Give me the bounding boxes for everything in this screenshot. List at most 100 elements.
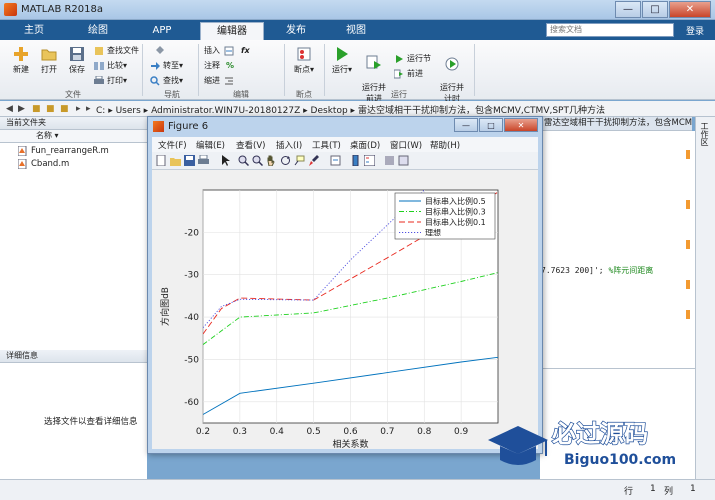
- group-label-edit: 编辑: [233, 90, 249, 99]
- tab-editor[interactable]: 编辑器: [200, 22, 264, 40]
- insert-button[interactable]: 插入 fx: [204, 45, 250, 56]
- figure-canvas[interactable]: 0.2 0.3 0.4 0.5 0.6 0.7 0.8 0.9 -60 -50 -40 -30 -20…: [152, 170, 538, 450]
- code-analyzer-marker[interactable]: [686, 310, 690, 319]
- menu-tools[interactable]: 工具(T): [312, 139, 341, 151]
- group-separator: [324, 44, 325, 96]
- y-tick-label: -50: [184, 355, 199, 365]
- brush-icon[interactable]: [308, 155, 319, 166]
- breadcrumb-desktop[interactable]: Desktop: [311, 106, 348, 116]
- tab-home[interactable]: 主页: [6, 22, 62, 40]
- save-button[interactable]: 保存: [64, 46, 90, 75]
- insert-colorbar-icon[interactable]: [350, 155, 361, 166]
- nav-arrows-icon: [156, 46, 164, 54]
- find-button[interactable]: 查找 ▾: [150, 75, 183, 86]
- navigate-back-forward[interactable]: [150, 45, 173, 55]
- tab-apps[interactable]: APP: [134, 22, 190, 40]
- code-analyzer-marker[interactable]: [686, 280, 690, 289]
- find-files-button[interactable]: 查找文件: [94, 45, 139, 56]
- watermark-text: 必过源码: [552, 420, 648, 448]
- comment-button[interactable]: 注释 %: [204, 60, 234, 71]
- zoom-in-icon[interactable]: [238, 155, 249, 166]
- zoom-out-icon[interactable]: [252, 155, 263, 166]
- figure-logo-icon: [153, 121, 164, 132]
- forward-arrow-icon[interactable]: ▶: [18, 104, 25, 114]
- percent-comment-icon[interactable]: %: [226, 61, 234, 70]
- run-section-button[interactable]: 运行节: [394, 53, 431, 64]
- folder-up-icon[interactable]: ■: [32, 104, 41, 114]
- legend-label-2: 目标串入比例0.1: [425, 217, 486, 227]
- breadcrumb-separator: ▸: [108, 106, 116, 116]
- pan-hand-icon[interactable]: [266, 155, 277, 166]
- new-figure-icon[interactable]: [156, 155, 167, 166]
- breadcrumb-folder[interactable]: 雷达空域相干干扰抑制方法，包含MCMV,CTMV,SPT几种方法: [358, 106, 605, 116]
- minimize-button[interactable]: —: [615, 1, 641, 18]
- search-documentation-input[interactable]: 搜索文档: [546, 23, 674, 37]
- indent-button[interactable]: 缩进: [204, 75, 237, 86]
- compare-icon: [94, 61, 104, 70]
- insert-function-fx-icon[interactable]: fx: [241, 46, 250, 55]
- back-arrow-icon[interactable]: ◀: [6, 104, 13, 114]
- print-button[interactable]: 打印 ▾: [94, 75, 127, 86]
- link-plot-icon[interactable]: [330, 155, 341, 166]
- workspace-label[interactable]: 工作区: [699, 122, 710, 146]
- folder-browse-icon[interactable]: ■: [46, 104, 55, 114]
- menu-insert[interactable]: 插入(I): [276, 139, 302, 151]
- folder-open-icon: [41, 49, 57, 61]
- menu-view[interactable]: 查看(V): [236, 139, 265, 151]
- rotate-3d-icon[interactable]: [280, 155, 291, 166]
- code-line[interactable]: 7.7623 200]'; %阵元间距离: [541, 265, 653, 276]
- print-figure-icon[interactable]: [198, 155, 209, 166]
- code-analyzer-marker[interactable]: [686, 200, 690, 209]
- menu-edit[interactable]: 编辑(E): [196, 139, 225, 151]
- maximize-button[interactable]: □: [642, 1, 668, 18]
- menu-help[interactable]: 帮助(H): [430, 139, 460, 151]
- run-button[interactable]: 运行▾: [330, 46, 354, 75]
- open-button[interactable]: 打开: [36, 46, 62, 75]
- close-button[interactable]: ✕: [669, 1, 711, 18]
- code-analyzer-marker[interactable]: [686, 150, 690, 159]
- x-tick-label: 0.5: [306, 427, 320, 437]
- find-magnifier-icon: [150, 75, 160, 86]
- folder-icon[interactable]: ■: [60, 104, 69, 114]
- editor-tab[interactable]: 雷达空域相干干扰抑制方法，包含MCMV,CTMV,SPT几种: [540, 117, 692, 131]
- goto-button[interactable]: 转至 ▾: [150, 60, 183, 71]
- tab-plots[interactable]: 绘图: [70, 22, 126, 40]
- code-analyzer-marker[interactable]: [686, 240, 690, 249]
- breakpoints-button[interactable]: 断点▾: [290, 46, 318, 75]
- login-link[interactable]: 登录: [686, 24, 704, 37]
- data-cursor-icon[interactable]: [294, 155, 305, 166]
- tab-view[interactable]: 视图: [328, 22, 384, 40]
- compare-button[interactable]: 比较 ▾: [94, 60, 127, 71]
- legend-label-3: 理想: [425, 228, 441, 238]
- insert-legend-icon[interactable]: [364, 155, 375, 166]
- show-plot-tools-icon[interactable]: [398, 155, 409, 166]
- figure-window[interactable]: Figure 6 — □ ✕ 文件(F) 编辑(E) 查看(V) 插入(I) 工…: [147, 116, 543, 454]
- legend[interactable]: 目标串入比例0.5目标串入比例0.3目标串入比例0.1理想: [394, 192, 496, 240]
- list-item[interactable]: Cband.m: [18, 159, 69, 169]
- advance-button[interactable]: 前进: [394, 68, 423, 79]
- figure-maximize-button[interactable]: □: [479, 118, 503, 132]
- title-bar: MATLAB R2018a — □ ✕: [0, 0, 715, 20]
- menu-desktop[interactable]: 桌面(D): [350, 139, 380, 151]
- line-chart[interactable]: 0.2 0.3 0.4 0.5 0.6 0.7 0.8 0.9 -60 -50 -40 -30 -20…: [152, 170, 538, 450]
- tab-publish[interactable]: 发布: [268, 22, 324, 40]
- save-figure-icon[interactable]: [184, 155, 195, 166]
- figure-close-button[interactable]: ✕: [504, 118, 538, 132]
- list-item[interactable]: Fun_rearrangeR.m: [18, 146, 109, 156]
- edit-plot-arrow-icon[interactable]: [220, 155, 231, 166]
- y-axis-label: 方向图dB: [159, 287, 171, 326]
- breadcrumb-user[interactable]: Administrator.WIN7U-20180127Z: [151, 106, 300, 116]
- figure-minimize-button[interactable]: —: [454, 118, 478, 132]
- status-bar: 行 1 列 1: [0, 479, 715, 500]
- menu-window[interactable]: 窗口(W): [390, 139, 422, 151]
- run-play-icon: [337, 47, 348, 61]
- menu-file[interactable]: 文件(F): [158, 139, 187, 151]
- new-button[interactable]: 新建: [8, 46, 34, 75]
- breakpoints-icon: [297, 47, 311, 61]
- open-file-icon[interactable]: [170, 155, 181, 166]
- col-value: 1: [690, 484, 696, 494]
- breadcrumb-users[interactable]: Users: [116, 106, 141, 116]
- find-label: 查找: [163, 76, 179, 85]
- breadcrumb-drive[interactable]: C:: [96, 106, 105, 116]
- hide-plot-tools-icon[interactable]: [384, 155, 395, 166]
